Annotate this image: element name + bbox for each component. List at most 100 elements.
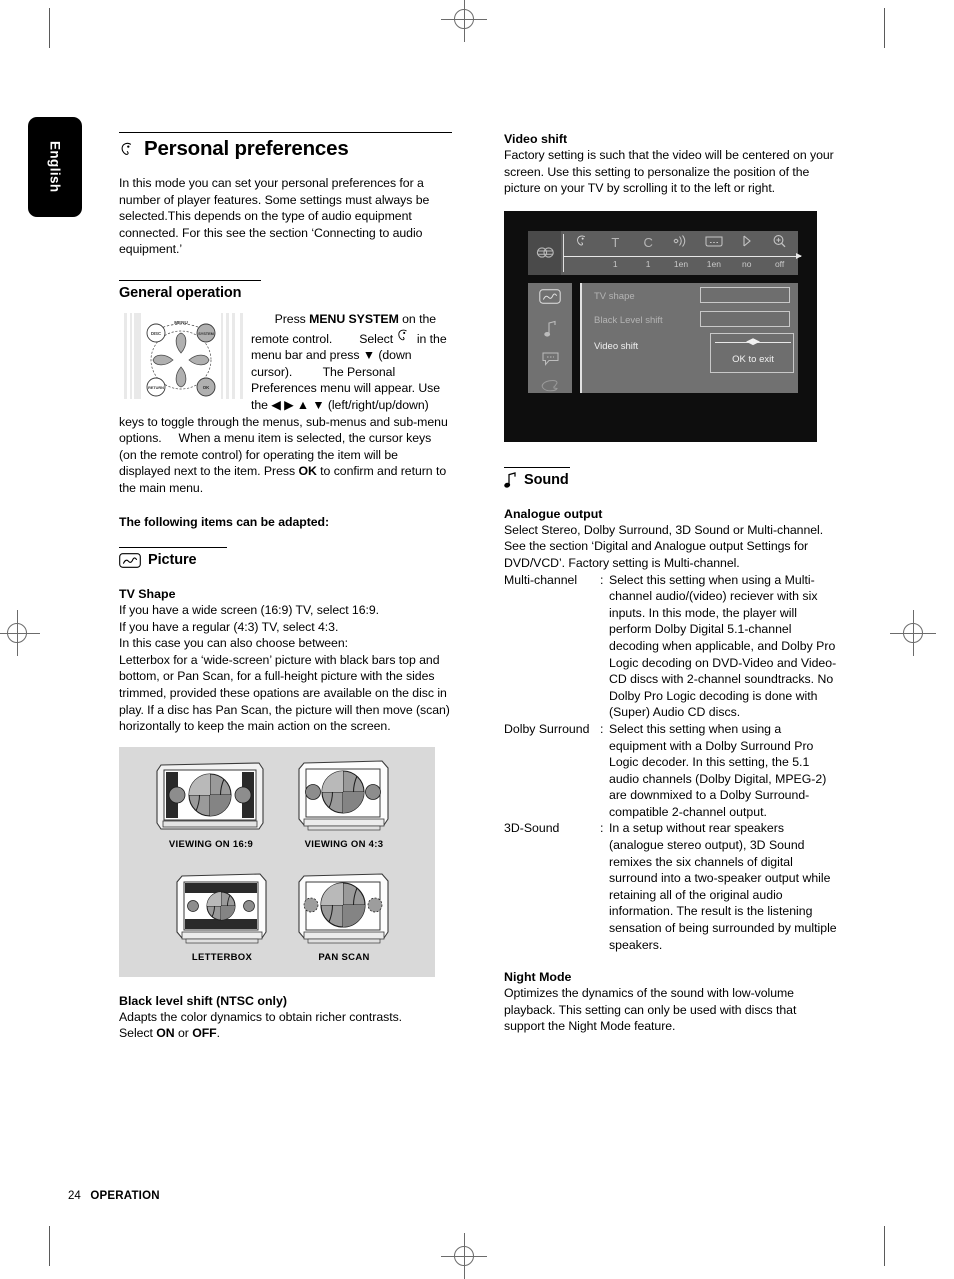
osd-sidebar [528,282,572,393]
page-title: Personal preferences [119,137,452,161]
black-level-period: . [216,1026,221,1041]
language-tab: English [28,117,82,217]
black-level-on: ON [156,1026,175,1041]
following-items-heading: The following items can be adapted: [119,514,330,529]
registration-mark-bottom [441,1233,487,1279]
osd-icon-preferences[interactable] [566,234,599,251]
osd-slider-marker: ◀▶ [746,335,760,346]
osd-value-chapter: 1 [645,258,651,269]
sound-heading-text: Sound [524,471,569,488]
osd-field-video-shift[interactable]: ◀▶ OK to exit [710,332,794,373]
registration-mark-top [441,0,487,42]
osd-screenshot: T C 1 1 1en 1en no off TV shape Black Le… [504,210,817,442]
osd-menu-icons: T C [566,232,796,254]
note-icon [504,471,517,488]
osd-sidebar-sound-icon[interactable] [528,320,572,343]
osd-value-audio: 1en [673,258,689,269]
sound-heading: Sound [504,472,837,488]
sound-option-colon: : [600,821,604,836]
osd-sidebar-language-icon[interactable] [528,351,572,372]
tv-caption-regular: VIEWING ON 4:3 [304,838,384,850]
picture-icon [119,552,141,568]
sound-option-row: Dolby Surround : Select this setting whe… [504,721,837,821]
video-shift-body: Factory setting is such that the video w… [504,148,834,196]
sound-rule [504,466,570,468]
footer-page-number: 24 [68,1190,81,1202]
osd-sidebar-picture-icon[interactable] [528,289,572,309]
osd-icon-subtitle[interactable] [697,235,730,251]
black-level-body: Adapts the color dynamics to obtain rich… [119,1009,452,1042]
osd-field-tv-shape[interactable] [700,286,790,303]
crop-mark-bottom-right [884,1226,885,1266]
osd-icon-angle[interactable] [730,234,763,251]
osd-icon-zoom[interactable] [763,234,796,252]
step1-bold: MENU SYSTEM [309,311,399,326]
svg-text:OK: OK [203,385,210,390]
sound-option-row: 3D-Sound : In a setup without rear speak… [504,820,837,953]
osd-icon-audio[interactable] [665,234,698,251]
osd-value-zoom: off [774,258,785,269]
general-operation-heading: General operation [119,284,242,301]
analogue-output-heading: Analogue output [504,506,603,521]
osd-field-black-level[interactable] [700,310,790,327]
remote-control-figure: MENU DISC SYSTEM RETURN OK [119,312,243,399]
registration-mark-right [890,610,936,656]
black-level-line1: Adapts the color dynamics to obtain rich… [119,1009,403,1024]
page-footer: 24 OPERATION [68,1190,160,1202]
night-mode-body: Optimizes the dynamics of the sound with… [504,986,797,1034]
tv-shape-figure-panel: VIEWING ON 16:9 VIEWING ON 4:3 LETTERBOX… [119,746,435,977]
sound-option-colon: : [600,721,604,736]
osd-value-subtitle: 1en [706,258,721,269]
black-level-line2-pre: Select [119,1026,157,1041]
registration-mark-left [0,610,40,656]
step6-pre: Press [263,464,299,479]
black-level-off: OFF [192,1026,217,1041]
sound-option-colon: : [600,572,604,587]
step2-pre: Select [359,331,397,346]
osd-value-title: 1 [612,258,618,269]
crop-mark-bottom-left [49,1226,50,1266]
personal-preferences-icon-inline [396,328,413,345]
osd-row-video-shift[interactable]: Video shift [594,341,638,352]
tv-caption-widescreen: VIEWING ON 16:9 [168,838,254,850]
svg-text:RETURN: RETURN [148,386,164,390]
picture-rule [119,547,227,549]
osd-main-panel: TV shape Black Level shift Video shift ◀… [580,282,798,393]
step1-pre: Press [274,311,310,326]
footer-section-label: OPERATION [90,1190,160,1202]
black-level-heading: Black level shift (NTSC only) [119,993,287,1008]
analogue-output-body: Select Stereo, Dolby Surround, 3D Sound … [504,522,824,570]
tv-caption-letterbox: LETTERBOX [191,951,253,963]
sound-option-definition: In a setup without rear speakers (analog… [609,821,837,952]
osd-icon-title[interactable]: T [599,235,632,250]
page-title-text: Personal preferences [144,137,349,160]
general-operation-rule [119,279,261,281]
crop-mark-top-right [884,8,885,48]
osd-sidebar-features-icon[interactable] [528,379,572,398]
sound-option-term: Multi-channel [504,572,578,587]
svg-text:MENU: MENU [174,320,188,325]
osd-row-tv-shape[interactable]: TV shape [594,291,635,302]
personal-preferences-icon [119,141,136,158]
osd-row-black-level[interactable]: Black Level shift [594,315,663,326]
osd-globe-icon [528,230,561,275]
left-column: Personal preferences In this mode you ca… [119,132,452,1042]
tv-shape-heading: TV Shape [119,587,176,602]
black-level-mid: or [174,1026,193,1041]
picture-heading: Picture [119,552,452,568]
tv-shape-body: If you have a wide screen (16:9) TV, sel… [119,603,450,734]
osd-value-angle: no [741,258,752,269]
right-column: Video shift Factory setting is such that… [504,132,837,1035]
svg-text:DISC: DISC [151,331,161,336]
osd-icon-chapter[interactable]: C [632,235,665,250]
language-tab-label: English [47,141,63,193]
title-rule [119,132,452,133]
sound-option-row: Multi-channel : Select this setting when… [504,572,837,721]
sound-options-list: Multi-channel : Select this setting when… [504,572,837,954]
sound-option-definition: Select this setting when using a equipme… [609,721,827,819]
osd-menu-bar: T C 1 1 1en 1en no off [528,230,802,275]
tv-caption-panscan: PAN SCAN [318,951,370,963]
crop-mark-top-left [49,8,50,48]
sound-option-term: Dolby Surround [504,721,590,736]
video-shift-heading: Video shift [504,132,568,146]
